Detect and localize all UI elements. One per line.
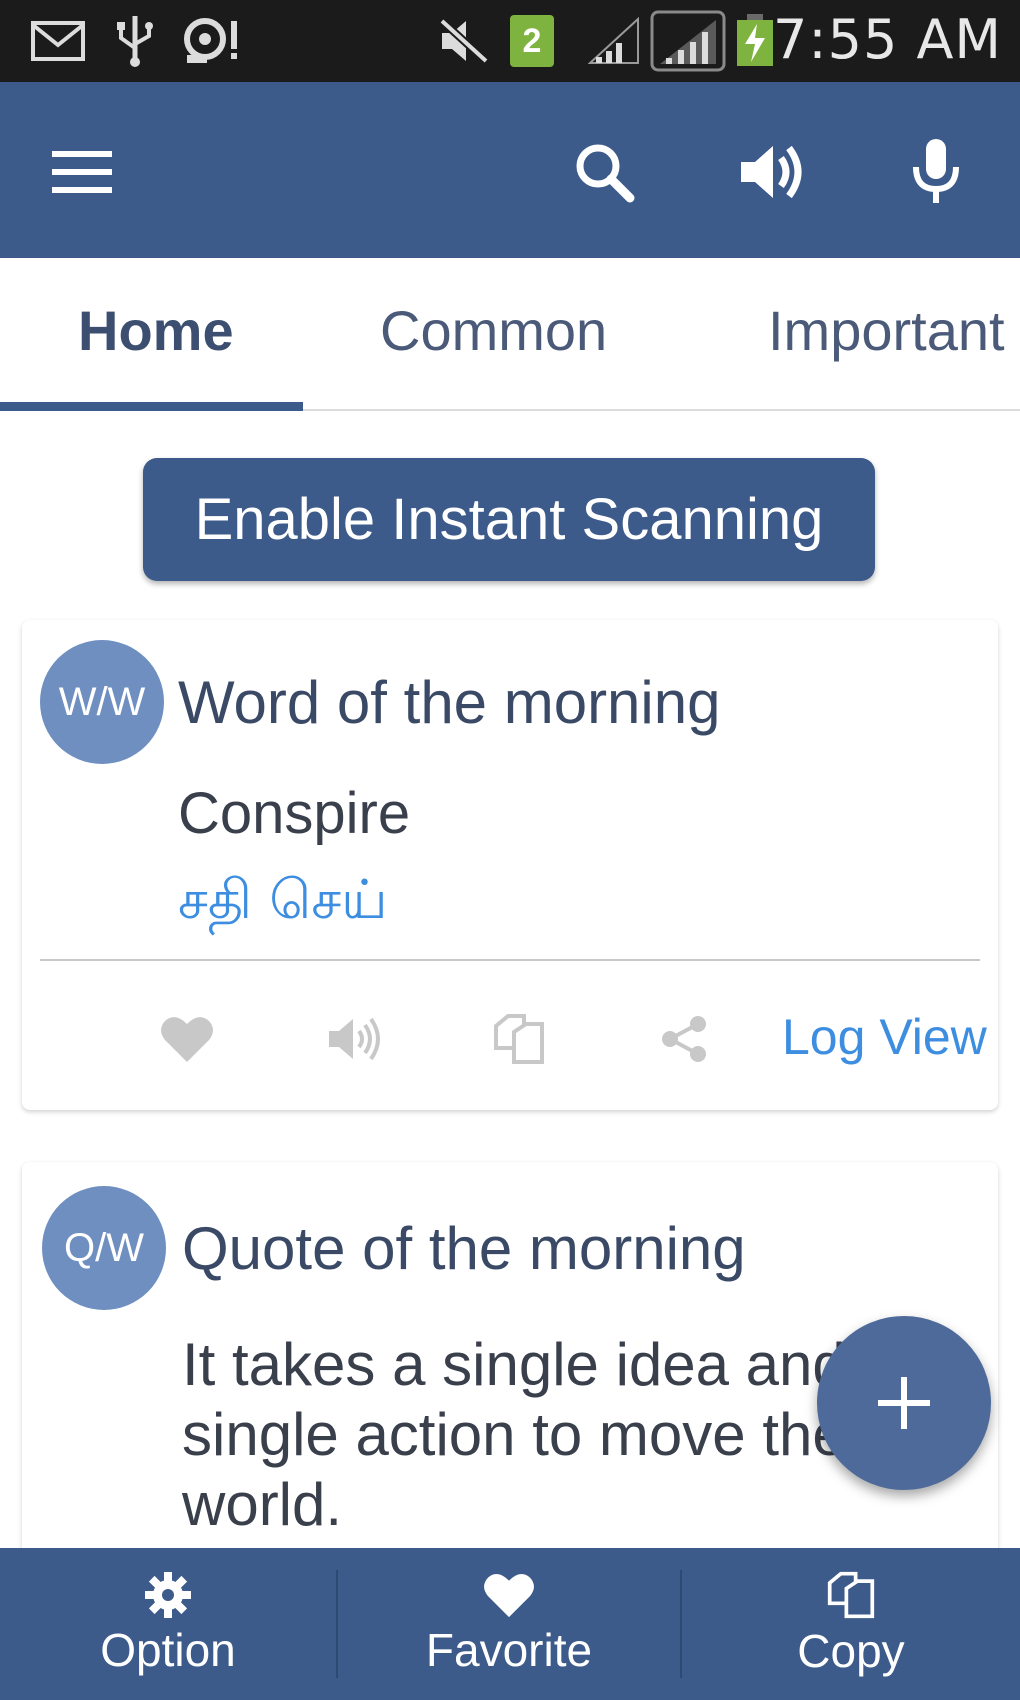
option-label: Option xyxy=(100,1624,236,1676)
menu-icon[interactable] xyxy=(42,132,122,212)
signal-icon xyxy=(650,10,726,72)
word-of-the-morning-card: W/W Word of the morning Conspire சதி செய… xyxy=(22,620,998,1110)
copy-icon xyxy=(824,1570,878,1620)
tab-important[interactable]: Important xyxy=(768,298,1005,363)
add-button[interactable] xyxy=(817,1316,991,1490)
speaker-icon[interactable] xyxy=(732,132,812,212)
bottom-navigation: Option Favorite Copy xyxy=(0,1548,1020,1700)
divider xyxy=(40,959,980,961)
card-title: Quote of the morning xyxy=(182,1215,746,1282)
option-button[interactable]: Option xyxy=(0,1548,336,1700)
tab-home[interactable]: Home xyxy=(78,298,234,363)
app-screen: 2 7:55 AM Home Common Important Enable I… xyxy=(0,0,1020,1700)
signal-icon xyxy=(586,14,642,68)
enable-instant-scanning-button[interactable]: Enable Instant Scanning xyxy=(143,458,875,581)
heart-icon xyxy=(482,1571,536,1619)
search-icon[interactable] xyxy=(564,132,644,212)
card-title: Word of the morning xyxy=(178,669,721,736)
translation-text: சதி செய் xyxy=(178,868,388,931)
log-view-link[interactable]: Log View xyxy=(782,1008,987,1066)
heart-icon[interactable] xyxy=(152,1004,222,1074)
quote-text: It takes a single idea and a single acti… xyxy=(182,1331,896,1538)
usb-icon xyxy=(110,14,160,68)
favorite-label: Favorite xyxy=(425,1624,593,1676)
tab-common[interactable]: Common xyxy=(380,298,607,363)
voicemail-icon xyxy=(178,14,244,68)
status-bar: 2 7:55 AM xyxy=(0,0,1020,82)
sim-slot-number: 2 xyxy=(510,15,554,67)
clock: 7:55 AM xyxy=(773,8,1002,71)
share-icon[interactable] xyxy=(650,1004,720,1074)
copy-icon[interactable] xyxy=(484,1004,554,1074)
gear-icon xyxy=(144,1571,192,1619)
battery-charging-icon xyxy=(734,14,776,68)
avatar: Q/W xyxy=(42,1186,166,1310)
sim-icon: 2 xyxy=(508,14,556,68)
speaker-icon[interactable] xyxy=(318,1004,388,1074)
active-tab-indicator xyxy=(0,402,303,411)
word-text: Conspire xyxy=(178,781,411,846)
mute-icon xyxy=(436,14,492,68)
copy-label: Copy xyxy=(797,1625,905,1677)
avatar: W/W xyxy=(40,640,164,764)
app-bar xyxy=(0,82,1020,258)
tab-bar: Home Common Important xyxy=(0,258,1020,411)
mail-icon xyxy=(28,14,88,68)
copy-button[interactable]: Copy xyxy=(682,1548,1020,1700)
microphone-icon[interactable] xyxy=(896,132,976,212)
plus-icon xyxy=(876,1375,932,1431)
favorite-button[interactable]: Favorite xyxy=(338,1548,680,1700)
